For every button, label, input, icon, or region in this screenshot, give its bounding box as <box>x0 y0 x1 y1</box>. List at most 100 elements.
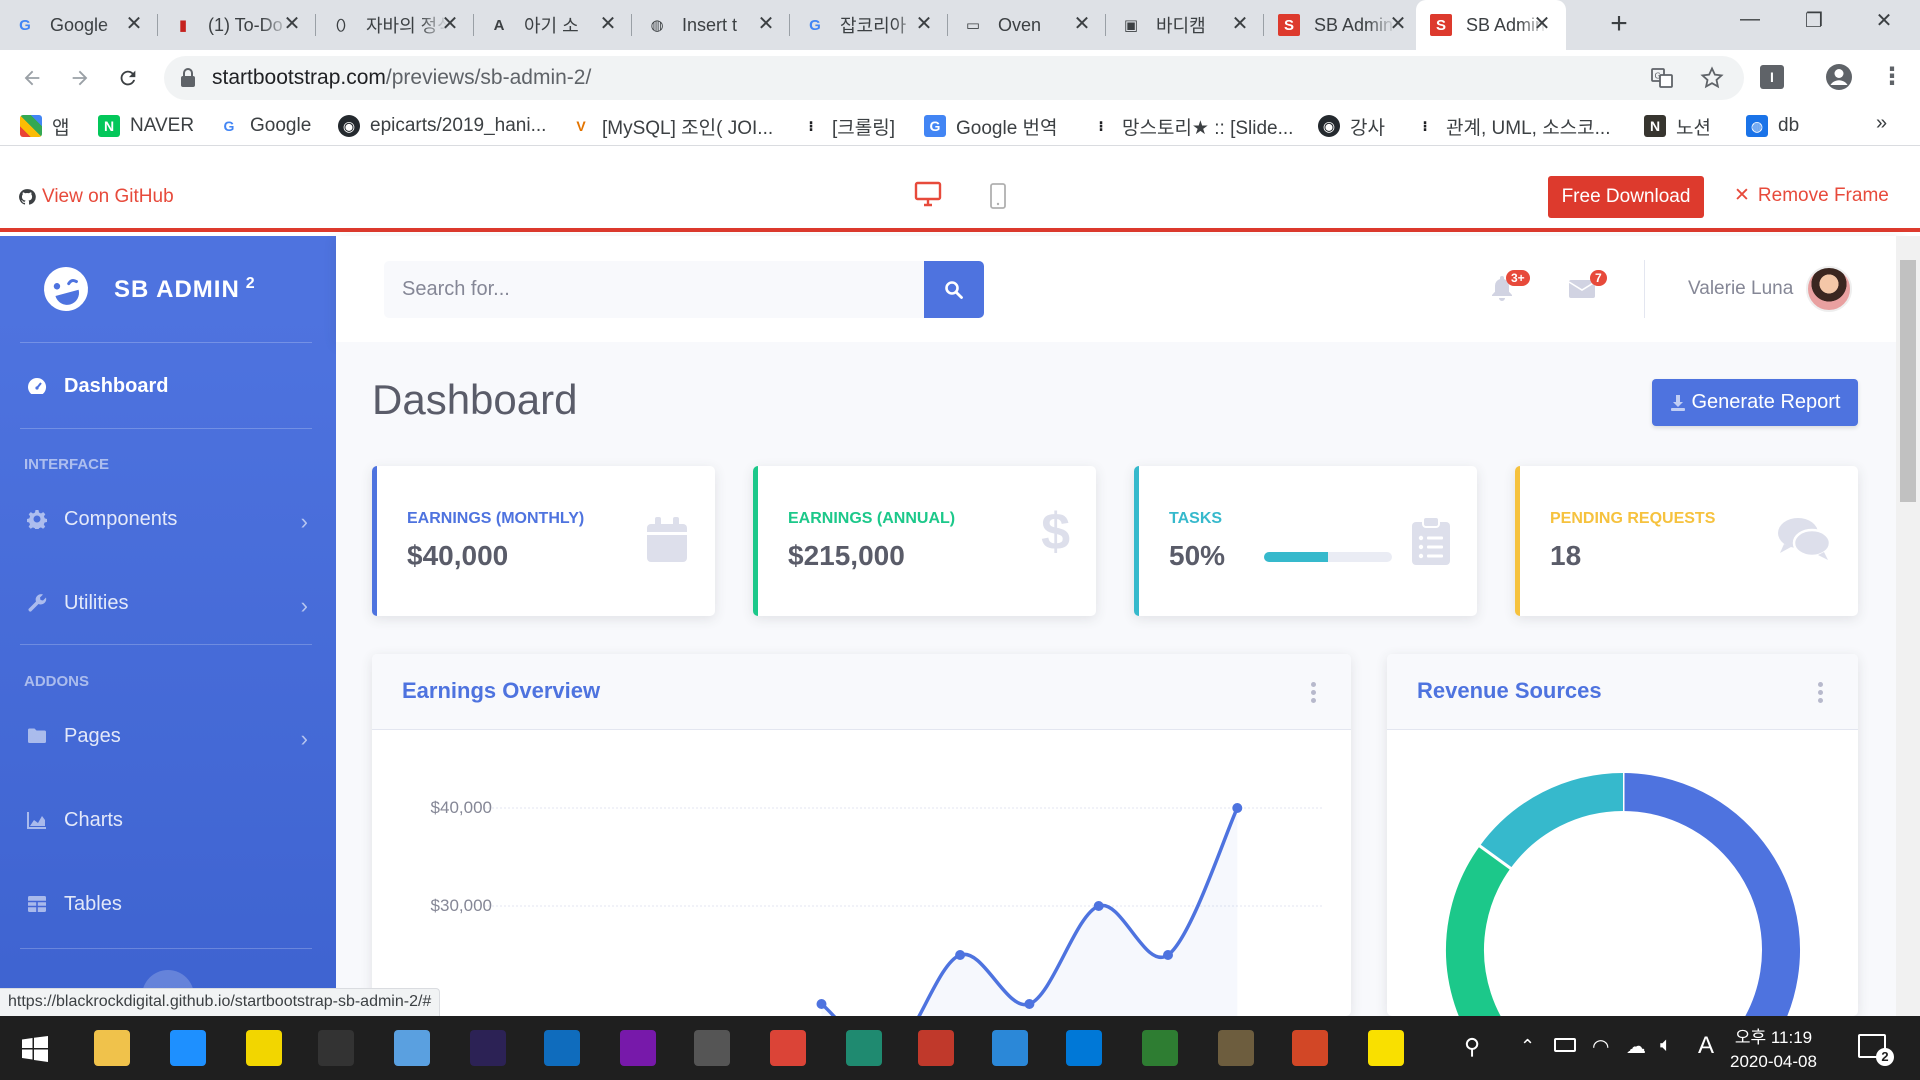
sidebar-item-components[interactable]: Components › <box>0 491 336 547</box>
todo-icon: ▮ <box>178 17 188 34</box>
view-on-github-link[interactable]: View on GitHub <box>18 186 174 208</box>
bookmark-item[interactable]: ⁝ 망스토리★ :: [Slide... <box>1090 112 1293 140</box>
browser-tab[interactable]: S SB Admin ✕ <box>1416 0 1566 50</box>
browser-tab[interactable]: ◍ Insert t ✕ <box>632 0 790 50</box>
terminal-icon[interactable] <box>318 1030 354 1066</box>
generate-report-button[interactable]: Generate Report <box>1652 379 1858 426</box>
sidebar-item-tables[interactable]: Tables <box>0 876 336 932</box>
close-tab-icon[interactable]: ✕ <box>598 14 618 34</box>
tray-expand-icon[interactable]: ⌃ <box>1520 1036 1535 1057</box>
bookmark-star-icon[interactable] <box>1700 66 1724 90</box>
internet-explorer-icon[interactable] <box>170 1030 206 1066</box>
messages-dropdown[interactable]: 7 <box>1568 270 1607 300</box>
close-tab-icon[interactable]: ✕ <box>1388 14 1408 34</box>
close-tab-icon[interactable]: ✕ <box>282 14 302 34</box>
url-text[interactable]: startbootstrap.com/previews/sb-admin-2/ <box>212 66 591 90</box>
user-name[interactable]: Valerie Luna <box>1688 278 1793 300</box>
bookmark-item[interactable]: ◉ 강사 <box>1318 112 1385 140</box>
taskbar-clock[interactable]: 오후 11:19 2020-04-08 <box>1730 1026 1817 1074</box>
editor-icon[interactable] <box>846 1030 882 1066</box>
edge-icon[interactable] <box>1066 1030 1102 1066</box>
close-tab-icon[interactable]: ✕ <box>1072 14 1092 34</box>
bookmark-item[interactable]: ⁝ 관계, UML, 소스코... <box>1414 112 1610 140</box>
remove-frame-link[interactable]: ✕ Remove Frame <box>1734 184 1889 207</box>
remote-desktop-icon[interactable] <box>992 1030 1028 1066</box>
close-tab-icon[interactable]: ✕ <box>440 14 460 34</box>
windows-start-icon[interactable] <box>22 1036 48 1062</box>
mobile-view-icon[interactable] <box>988 182 1008 210</box>
profile-icon[interactable] <box>1824 62 1854 92</box>
onedrive-icon[interactable]: ☁ <box>1626 1034 1646 1059</box>
bookmark-item[interactable]: G Google 번역 <box>924 112 1058 140</box>
close-tab-icon[interactable]: ✕ <box>124 14 144 34</box>
bookmark-item[interactable]: N NAVER <box>98 112 194 140</box>
close-tab-icon[interactable]: ✕ <box>756 14 776 34</box>
bookmark-item[interactable]: V [MySQL] 조인( JOI... <box>570 112 773 140</box>
browser-tab[interactable]: S SB Admin ✕ <box>1264 0 1422 50</box>
browser-tab[interactable]: G 잡코리아 ✕ <box>790 0 948 50</box>
new-tab-button[interactable]: + <box>1604 9 1634 40</box>
search-input[interactable] <box>384 261 924 318</box>
close-tab-icon[interactable]: ✕ <box>914 14 934 34</box>
onenote-icon[interactable] <box>620 1030 656 1066</box>
desktop-view-icon[interactable] <box>914 180 942 208</box>
people-icon[interactable]: ⚲ <box>1464 1034 1480 1060</box>
translate-icon[interactable]: G <box>1650 66 1674 90</box>
cloud-icon[interactable] <box>694 1030 730 1066</box>
volume-icon[interactable]: 🔈︎ <box>1660 1034 1672 1057</box>
sidebar-item-label: Tables <box>64 892 122 915</box>
y-tick-label: $30,000 <box>431 896 492 915</box>
extension-icon[interactable]: I <box>1760 65 1784 89</box>
settings-app-icon[interactable] <box>1218 1030 1254 1066</box>
avatar[interactable] <box>1806 266 1852 312</box>
powerpoint-icon[interactable] <box>1292 1030 1328 1066</box>
paint-icon[interactable] <box>918 1030 954 1066</box>
file-explorer-icon[interactable] <box>94 1030 130 1066</box>
bookmark-item[interactable]: N 노션 <box>1644 112 1711 140</box>
reload-button[interactable] <box>112 62 144 94</box>
contacts-icon[interactable] <box>394 1030 430 1066</box>
back-button[interactable] <box>16 62 48 94</box>
forward-button[interactable] <box>64 62 96 94</box>
sidebar-item-pages[interactable]: Pages › <box>0 708 336 764</box>
close-tab-icon[interactable]: ✕ <box>1532 14 1552 34</box>
browser-tab[interactable]: ▮ (1) To-Do ✕ <box>158 0 316 50</box>
globe-icon: ◍ <box>1746 115 1768 137</box>
menu-icon[interactable]: ⋮ <box>1880 62 1904 92</box>
sticky-notes-icon[interactable] <box>246 1030 282 1066</box>
browser-tab[interactable]: G Google ✕ <box>0 0 158 50</box>
browser-tab[interactable]: ▣ 바디캠 ✕ <box>1106 0 1264 50</box>
bookmark-item[interactable]: G Google <box>218 112 312 140</box>
minimize-button[interactable]: — <box>1720 8 1780 38</box>
scrollbar-thumb[interactable] <box>1900 260 1916 502</box>
ime-indicator[interactable]: A <box>1698 1032 1714 1060</box>
browser-tab[interactable]: A 아기 소 ✕ <box>474 0 632 50</box>
browser-tab[interactable]: ⬯ 자바의 정석 ✕ <box>316 0 474 50</box>
chrome-icon[interactable] <box>770 1030 806 1066</box>
mail-icon[interactable] <box>544 1030 580 1066</box>
sidebar-item-charts[interactable]: Charts <box>0 792 336 848</box>
bookmark-item[interactable]: ⁝ [크롤링] <box>800 112 895 140</box>
bookmark-item[interactable]: ◍ db <box>1746 112 1799 140</box>
bookmark-item[interactable]: ◉ epicarts/2019_hani... <box>338 112 546 140</box>
sidebar-brand[interactable]: SB ADMIN 2 <box>0 236 336 342</box>
kakaotalk-icon[interactable] <box>1368 1030 1404 1066</box>
search-button[interactable] <box>924 261 984 318</box>
close-window-button[interactable]: ✕ <box>1854 8 1914 38</box>
alerts-dropdown[interactable]: 3+ <box>1490 270 1530 302</box>
free-download-button[interactable]: Free Download <box>1548 176 1704 218</box>
maximize-button[interactable]: ❐ <box>1784 8 1844 38</box>
eclipse-icon[interactable] <box>470 1030 506 1066</box>
panel-title: Revenue Sources <box>1417 678 1602 703</box>
sidebar-item-dashboard[interactable]: Dashboard <box>0 358 336 414</box>
bookmark-item[interactable]: 앱 <box>20 112 69 140</box>
media-icon[interactable] <box>1142 1030 1178 1066</box>
dropdown-menu-icon[interactable] <box>1818 682 1824 703</box>
dropdown-menu-icon[interactable] <box>1311 682 1317 703</box>
wifi-icon[interactable]: ◠ <box>1592 1034 1609 1059</box>
close-tab-icon[interactable]: ✕ <box>1230 14 1250 34</box>
sidebar-item-utilities[interactable]: Utilities › <box>0 575 336 631</box>
browser-tab[interactable]: ▭ Oven ✕ <box>948 0 1106 50</box>
bookmarks-overflow-icon[interactable]: » <box>1876 112 1887 135</box>
battery-icon[interactable] <box>1554 1038 1576 1052</box>
